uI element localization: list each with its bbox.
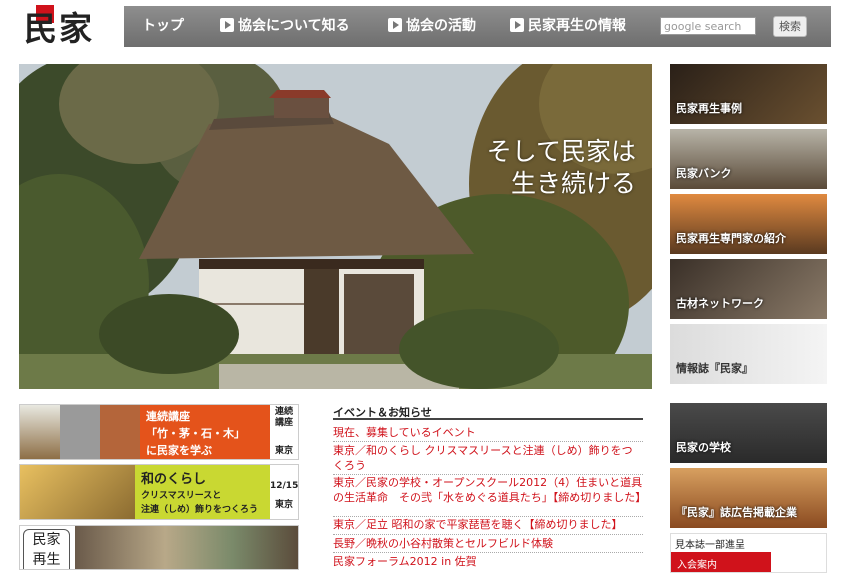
- lecture-1-panel: 連続講座 「竹・茅・石・木」 に民家を学ぶ: [140, 405, 270, 459]
- lecture-banner-1[interactable]: 連続講座 「竹・茅・石・木」 に民家を学ぶ 連続 講座 東京: [19, 404, 299, 460]
- sidebar-item-magazine[interactable]: 情報誌『民家』: [670, 324, 827, 384]
- event-item[interactable]: 東京／足立 昭和の家で平家琵琶を聴く【締め切りました】: [333, 517, 643, 532]
- lecture-3-title-1: 民家: [32, 532, 61, 548]
- event-item[interactable]: 東京／民家の学校・オープンスクール2012（4）住まいと道具の生活革命 その弐「…: [333, 475, 646, 505]
- lecture-3-title-box: 民家 再生: [23, 529, 70, 569]
- lecture-banner-3[interactable]: 民家 再生: [19, 525, 299, 570]
- lecture-1-side2: 講座: [274, 418, 293, 428]
- sidebar-item-restoration-cases[interactable]: 民家再生事例: [670, 64, 827, 124]
- sidebar-item-label: 『民家』誌広告掲載企業: [676, 506, 797, 519]
- hero-caption-line2: 生き続ける: [510, 169, 636, 198]
- play-arrow-icon: [388, 18, 402, 32]
- stone-photo: [60, 405, 100, 459]
- sidebar: 民家再生事例 民家バンク 民家再生専門家の紹介 古材ネットワーク 情報誌『民家』…: [670, 64, 827, 578]
- sidebar-item-experts[interactable]: 民家再生専門家の紹介: [670, 194, 827, 254]
- events-divider: [333, 418, 643, 420]
- lecture-3-title-2: 再生: [32, 552, 61, 568]
- lecture-1-title: 連続講座: [146, 410, 190, 423]
- hero-caption: そして民家は 生き続ける: [446, 136, 636, 200]
- lecture-3-photos: [75, 526, 298, 569]
- lecture-1-line3: に民家を学ぶ: [146, 444, 212, 457]
- nav-activities-label: 協会の活動: [406, 18, 476, 34]
- lecture-1-side: 連続 講座: [270, 407, 298, 429]
- wreath-photo: [20, 465, 135, 519]
- lecture-2-date: 12/15: [270, 481, 299, 491]
- sidebar-item-label: 情報誌『民家』: [676, 362, 753, 375]
- wood-photo: [100, 405, 140, 459]
- event-separator: [333, 534, 643, 535]
- sidebar-item-label2: 入会案内: [677, 560, 717, 571]
- lecture-1-line2: 「竹・茅・石・木」: [146, 427, 245, 440]
- play-arrow-icon: [220, 18, 234, 32]
- search-input[interactable]: google search: [660, 17, 756, 35]
- event-separator: [333, 441, 643, 442]
- lecture-2-line2: クリスマスリースと: [141, 491, 222, 501]
- nav-info-label: 民家再生の情報: [528, 18, 626, 34]
- lecture-2-title: 和のくらし: [141, 472, 207, 487]
- logo-text: 民家: [24, 9, 94, 48]
- nav-about-label: 協会について知る: [238, 18, 350, 34]
- lecture-2-place: 東京: [274, 500, 293, 510]
- top-nav: トップ 協会について知る 協会の活動 民家再生の情報 google search…: [124, 6, 831, 47]
- sidebar-item-label: 民家バンク: [676, 167, 732, 180]
- sidebar-item-label: 見本誌一部進呈: [675, 540, 745, 551]
- lecture-banner-2[interactable]: 和のくらし クリスマスリースと 注連（しめ）飾りをつくろう 12/15 東京: [19, 464, 299, 520]
- event-item[interactable]: 長野／晩秋の小谷村散策とセルフビルド体験: [333, 536, 643, 551]
- sidebar-item-old-timber-network[interactable]: 古材ネットワーク: [670, 259, 827, 319]
- nav-activities[interactable]: 協会の活動: [388, 6, 476, 47]
- thatch-photo: [20, 405, 60, 459]
- nav-home[interactable]: トップ: [142, 6, 184, 47]
- event-separator: [333, 552, 643, 553]
- event-item[interactable]: 現在、募集しているイベント: [333, 425, 643, 440]
- sidebar-item-label: 民家再生専門家の紹介: [676, 232, 786, 245]
- site-logo[interactable]: 民家: [20, 5, 110, 48]
- sidebar-item-label: 古材ネットワーク: [676, 297, 764, 310]
- lecture-2-line3: 注連（しめ）飾りをつくろう: [141, 505, 259, 515]
- nav-home-label: トップ: [142, 18, 184, 34]
- sidebar-item-minka-school[interactable]: 民家の学校: [670, 403, 827, 463]
- lecture-1-side1: 連続: [274, 407, 293, 417]
- sidebar-item-minka-bank[interactable]: 民家バンク: [670, 129, 827, 189]
- sidebar-item-label: 民家の学校: [676, 441, 731, 454]
- event-item[interactable]: 東京／和のくらし クリスマスリースと注連（しめ）飾りをつくろう: [333, 443, 643, 473]
- search-button[interactable]: 検索: [773, 16, 807, 37]
- lecture-1-place: 東京: [274, 446, 293, 456]
- thatched-house-illustration: [19, 64, 652, 389]
- nav-info[interactable]: 民家再生の情報: [510, 6, 626, 47]
- hero-image[interactable]: そして民家は 生き続ける: [19, 64, 652, 389]
- event-item[interactable]: 民家フォーラム2012 in 佐賀: [333, 554, 643, 569]
- nav-about[interactable]: 協会について知る: [220, 6, 350, 47]
- lecture-2-panel: 和のくらし クリスマスリースと 注連（しめ）飾りをつくろう: [135, 465, 270, 519]
- sidebar-item-label: 民家再生事例: [676, 102, 742, 115]
- sidebar-item-membership[interactable]: 見本誌一部進呈 入会案内: [670, 533, 827, 573]
- sidebar-item-advertisers[interactable]: 『民家』誌広告掲載企業: [670, 468, 827, 528]
- hero-caption-line1: そして民家は: [486, 137, 636, 166]
- play-arrow-icon: [510, 18, 524, 32]
